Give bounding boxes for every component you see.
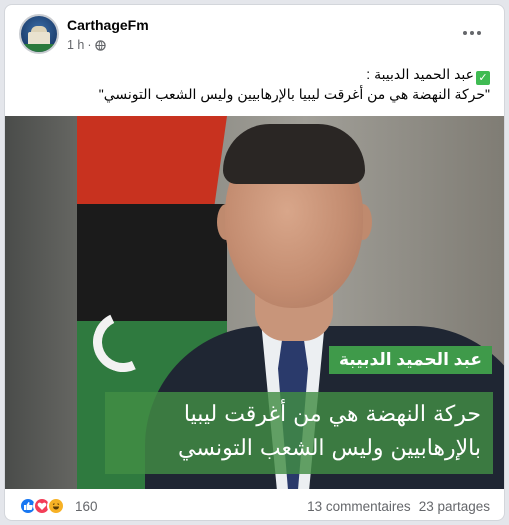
feed-background: CarthageFm 1 h · ✓عبد الحميد الدبيبة : "… xyxy=(0,0,509,525)
comments-count-link[interactable]: 13 commentaires xyxy=(307,499,411,514)
avatar-base-graphic xyxy=(21,44,57,52)
caption-line-2: "حركة النهضة هي من أغرقت ليبيا بالإرهابي… xyxy=(98,86,490,102)
photo-quote-text: حركة النهضة هي من أغرقت ليبيا بالإرهابيي… xyxy=(177,402,481,461)
more-options-button[interactable] xyxy=(460,21,484,45)
post-footer: 160 13 commentaires 23 partages xyxy=(5,489,504,520)
photo-quote-overlay: حركة النهضة هي من أغرقت ليبيا بالإرهابيي… xyxy=(105,392,493,474)
more-icon-dot xyxy=(463,31,467,35)
check-mark-icon: ✓ xyxy=(476,71,490,85)
caption-line-1: ✓عبد الحميد الدبيبة : xyxy=(30,65,490,85)
shares-count-link[interactable]: 23 partages xyxy=(419,499,490,514)
more-icon-dot xyxy=(470,31,474,35)
post-caption: ✓عبد الحميد الدبيبة : "حركة النهضة هي من… xyxy=(30,65,490,103)
reactions-summary[interactable]: 160 xyxy=(19,497,98,515)
post-header: CarthageFm 1 h · xyxy=(5,5,504,63)
reaction-count[interactable]: 160 xyxy=(75,499,98,514)
globe-icon[interactable] xyxy=(94,39,106,51)
caption-author-text: عبد الحميد الدبيبة : xyxy=(366,66,474,82)
page-name-link[interactable]: CarthageFm xyxy=(67,17,149,33)
flag-red-stripe xyxy=(77,116,227,206)
more-icon-dot xyxy=(477,31,481,35)
person-hair xyxy=(223,124,365,184)
page-avatar[interactable] xyxy=(19,14,59,54)
meta-separator: · xyxy=(87,38,92,52)
flag-black-stripe xyxy=(77,204,227,324)
post-card: CarthageFm 1 h · ✓عبد الحميد الدبيبة : "… xyxy=(4,4,505,521)
haha-icon xyxy=(47,497,65,515)
photo-name-tag: عبد الحميد الدبيبة xyxy=(328,346,492,374)
engagement-stats: 13 commentaires 23 partages xyxy=(307,499,490,514)
post-time-link[interactable]: 1 h xyxy=(67,38,84,52)
post-meta: 1 h · xyxy=(67,38,106,52)
post-photo[interactable]: عبد الحميد الدبيبة حركة النهضة هي من أغر… xyxy=(5,116,504,489)
